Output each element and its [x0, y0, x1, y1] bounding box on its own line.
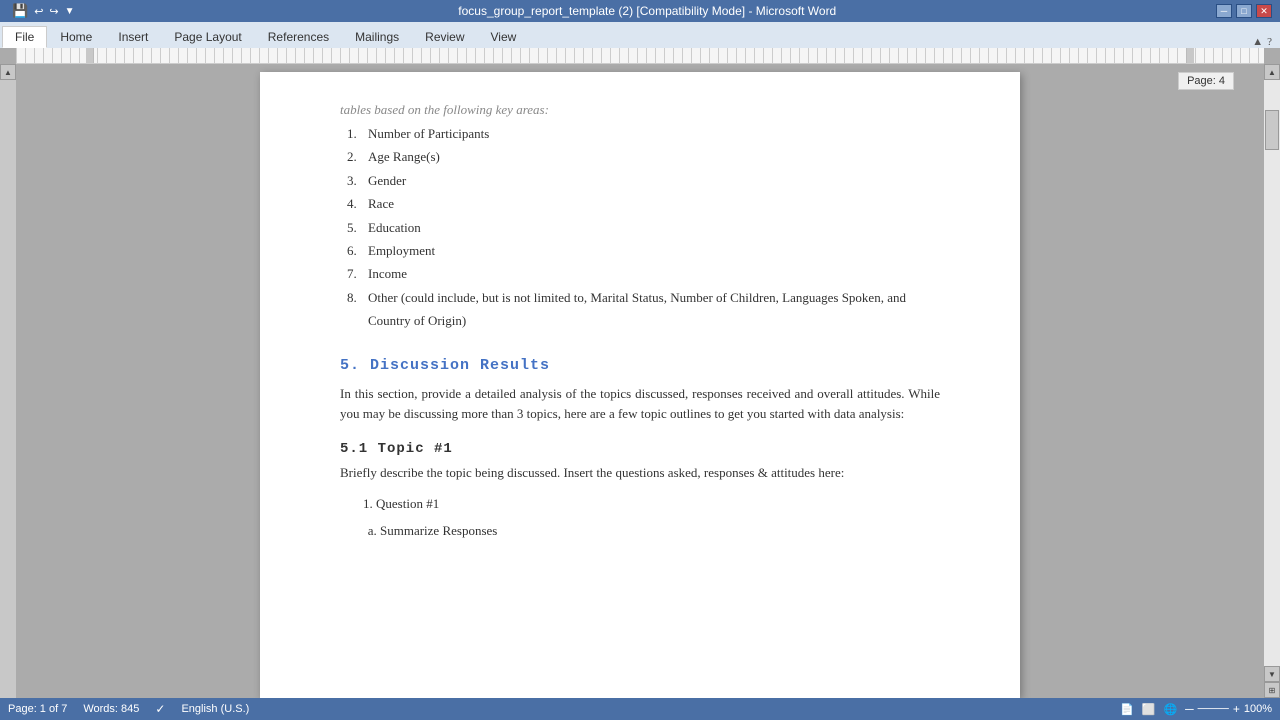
- right-scrollbar[interactable]: ▲ ▼ ⊞: [1264, 64, 1280, 698]
- scroll-up-right-button[interactable]: ▲: [1264, 64, 1280, 80]
- left-scroll-area: ▲: [0, 64, 16, 698]
- view-icon-print[interactable]: 📄: [1120, 703, 1134, 716]
- tab-file[interactable]: File: [2, 26, 47, 48]
- list-item-2: Age Range(s): [360, 145, 940, 168]
- status-bar: Page: 1 of 7 Words: 845 ✓ English (U.S.)…: [0, 698, 1280, 720]
- scroll-page-button[interactable]: ⊞: [1264, 682, 1280, 698]
- list-item-6: Employment: [360, 239, 940, 262]
- list-item-8: Other (could include, but is not limited…: [360, 286, 940, 333]
- page-indicator: Page: 4: [1178, 72, 1234, 90]
- zoom-slider[interactable]: ────: [1198, 703, 1229, 715]
- document-page: tables based on the following key areas:…: [260, 72, 1020, 698]
- scroll-down-right-button[interactable]: ▼: [1264, 666, 1280, 682]
- view-icon-web[interactable]: 🌐: [1163, 703, 1177, 716]
- ribbon-tabs: File Home Insert Page Layout References …: [0, 22, 1280, 48]
- sub-list: Question #1: [360, 492, 940, 515]
- zoom-in-button[interactable]: +: [1233, 702, 1240, 716]
- sub-sub-list: Summarize Responses: [364, 519, 940, 542]
- section5-paragraph: In this section, provide a detailed anal…: [340, 384, 940, 426]
- key-areas-list: Number of Participants Age Range(s) Gend…: [340, 122, 940, 333]
- tab-mailings[interactable]: Mailings: [342, 26, 412, 48]
- tab-review[interactable]: Review: [412, 26, 477, 48]
- minimize-button[interactable]: ─: [1216, 4, 1232, 18]
- document-area: Page: 4 tables based on the following ke…: [16, 64, 1264, 698]
- list-item-3: Gender: [360, 169, 940, 192]
- list-item-7: Income: [360, 262, 940, 285]
- language-indicator[interactable]: English (U.S.): [181, 703, 249, 715]
- undo-icon[interactable]: ↩: [34, 5, 43, 18]
- scroll-thumb[interactable]: [1265, 110, 1279, 150]
- ribbon-collapse-icon[interactable]: ▲: [1252, 36, 1263, 48]
- sub-sub-list-item-1: Summarize Responses: [380, 519, 940, 542]
- sub51-heading: 5.1 Topic #1: [340, 441, 940, 457]
- close-button[interactable]: ✕: [1256, 4, 1272, 18]
- window-title: focus_group_report_template (2) [Compati…: [79, 4, 1216, 18]
- tab-insert[interactable]: Insert: [105, 26, 161, 48]
- scroll-track[interactable]: [1264, 80, 1280, 666]
- list-item-4: Race: [360, 192, 940, 215]
- sub51-paragraph: Briefly describe the topic being discuss…: [340, 463, 940, 484]
- view-icon-fullscreen[interactable]: ⬜: [1142, 703, 1156, 716]
- window-controls[interactable]: ─ □ ✕: [1216, 4, 1272, 18]
- tab-references[interactable]: References: [255, 26, 342, 48]
- zoom-out-button[interactable]: ─: [1185, 702, 1194, 716]
- main-layout: ▲ Page: 4 tables based on the following …: [0, 64, 1280, 698]
- word-count: Words: 845: [83, 703, 139, 715]
- help-icon[interactable]: ?: [1267, 36, 1272, 48]
- scroll-up-button[interactable]: ▲: [0, 64, 16, 80]
- ruler-markings: [16, 48, 1264, 63]
- top-partial-text: tables based on the following key areas:: [340, 102, 940, 118]
- title-bar: 💾 ↩ ↪ ▼ focus_group_report_template (2) …: [0, 0, 1280, 22]
- maximize-button[interactable]: □: [1236, 4, 1252, 18]
- zoom-level: 100%: [1244, 703, 1272, 715]
- redo-icon[interactable]: ↪: [49, 5, 58, 18]
- quick-access-toolbar: 💾 ↩ ↪ ▼: [8, 3, 79, 19]
- page-count: Page: 1 of 7: [8, 703, 67, 715]
- zoom-controls: ─ ──── + 100%: [1185, 702, 1272, 716]
- list-item-1: Number of Participants: [360, 122, 940, 145]
- spell-check-icon[interactable]: ✓: [155, 702, 165, 716]
- tab-view[interactable]: View: [478, 26, 530, 48]
- section5-heading: 5. Discussion Results: [340, 357, 940, 374]
- customize-icon[interactable]: ▼: [65, 6, 75, 17]
- tab-page-layout[interactable]: Page Layout: [161, 26, 254, 48]
- sub-list-item-1: Question #1: [376, 492, 940, 515]
- ruler: [16, 48, 1264, 64]
- status-right-area: 📄 ⬜ 🌐 ─ ──── + 100%: [1120, 702, 1272, 716]
- tab-home[interactable]: Home: [47, 26, 105, 48]
- list-item-5: Education: [360, 216, 940, 239]
- save-icon[interactable]: 💾: [12, 3, 28, 19]
